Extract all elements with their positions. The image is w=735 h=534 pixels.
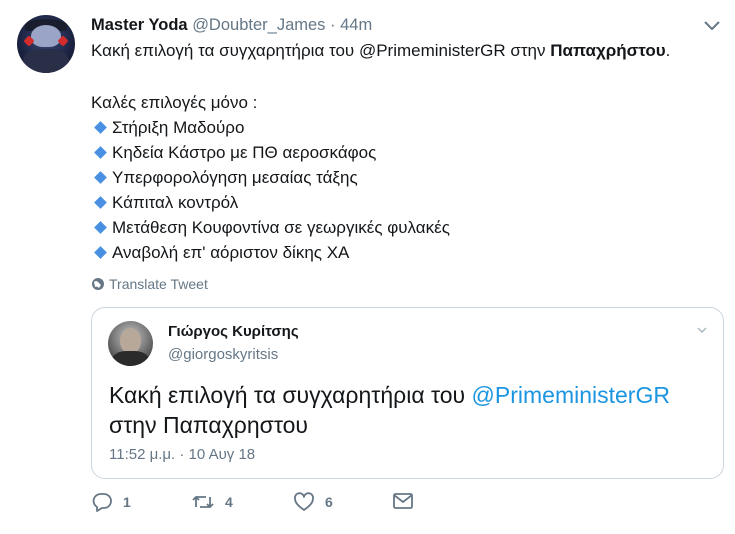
list-item: Υπερφορολόγηση μεσαίας τάξης bbox=[91, 168, 358, 188]
blue-diamond-icon bbox=[94, 246, 107, 259]
list-intro: Καλές επιλογές μόνο : bbox=[91, 93, 258, 112]
list-item: Κάπιταλ κοντρόλ bbox=[91, 193, 238, 213]
quoted-author-name[interactable]: Γιώργος Κυρίτσης bbox=[168, 323, 299, 340]
direct-message-button[interactable] bbox=[392, 492, 414, 510]
author-name[interactable]: Master Yoda bbox=[91, 16, 188, 34]
retweet-count: 4 bbox=[225, 494, 233, 510]
quoted-text-prefix: Κακή επιλογή τα συγχαρητήρια του bbox=[109, 382, 472, 408]
list-item-text: Κάπιταλ κοντρόλ bbox=[112, 193, 239, 212]
retweet-icon bbox=[192, 496, 214, 508]
list-item-text: Κηδεία Κάστρο με ΠΘ αεροσκάφος bbox=[112, 143, 377, 162]
blue-diamond-icon bbox=[94, 146, 107, 159]
list-item-text: Υπερφορολόγηση μεσαίας τάξης bbox=[112, 168, 358, 187]
heart-icon bbox=[294, 492, 314, 511]
blue-diamond-icon bbox=[94, 221, 107, 234]
reply-icon bbox=[92, 493, 112, 512]
blue-diamond-icon bbox=[94, 196, 107, 209]
tweet-actions: 1 4 6 bbox=[91, 492, 431, 516]
header-separator: · bbox=[330, 16, 336, 34]
tweet-text-prefix: Κακή επιλογή τα συγχαρητήρια του bbox=[91, 41, 359, 60]
list-item: Αναβολή επ' αόριστον δίκης ΧΑ bbox=[91, 243, 349, 263]
tweet-text-suffix: . bbox=[665, 41, 671, 60]
quoted-tweet-text: Κακή επιλογή τα συγχαρητήρια του @Primem… bbox=[109, 380, 670, 440]
list-item: Μετάθεση Κουφοντίνα σε γεωργικές φυλακές bbox=[91, 218, 450, 238]
quoted-mention-link[interactable]: @PrimeministerGR bbox=[472, 382, 670, 408]
chevron-down-icon[interactable] bbox=[703, 19, 721, 33]
translate-label: Translate Tweet bbox=[109, 276, 208, 292]
chevron-down-icon[interactable] bbox=[696, 325, 708, 335]
quoted-tweet-card[interactable]: Γιώργος Κυρίτσης @giorgoskyritsis Κακή ε… bbox=[91, 307, 724, 479]
quoted-avatar-body bbox=[112, 351, 149, 366]
tweet-text-line1: Κακή επιλογή τα συγχαρητήρια του @Primem… bbox=[91, 41, 670, 61]
quoted-text-line2: στην Παπαχρηστου bbox=[109, 412, 308, 438]
envelope-icon bbox=[393, 493, 413, 509]
tweet-text-middle: στην bbox=[505, 41, 551, 60]
avatar-face bbox=[31, 25, 61, 47]
list-item: Κηδεία Κάστρο με ΠΘ αεροσκάφος bbox=[91, 143, 376, 163]
avatar-coat bbox=[23, 49, 69, 73]
author-handle[interactable]: @Doubter_James bbox=[192, 16, 325, 34]
list-item: Στήριξη Μαδούρο bbox=[91, 118, 244, 138]
like-button[interactable]: 6 bbox=[293, 492, 333, 512]
reply-button[interactable]: 1 bbox=[91, 492, 131, 512]
author-avatar[interactable] bbox=[17, 15, 75, 73]
tweet-header: Master Yoda @Doubter_James · 44m bbox=[91, 16, 372, 35]
globe-icon bbox=[92, 278, 104, 290]
mention-link[interactable]: @PrimeministerGR bbox=[359, 41, 506, 60]
blue-diamond-icon bbox=[94, 171, 107, 184]
like-count: 6 bbox=[325, 494, 333, 510]
list-item-text: Αναβολή επ' αόριστον δίκης ΧΑ bbox=[112, 243, 350, 262]
quoted-author-avatar[interactable] bbox=[108, 321, 153, 366]
quoted-tweet-date[interactable]: 11:52 μ.μ. · 10 Αυγ 18 bbox=[109, 446, 255, 463]
quoted-author-handle[interactable]: @giorgoskyritsis bbox=[168, 346, 278, 363]
translate-tweet-link[interactable]: Translate Tweet bbox=[91, 276, 208, 292]
retweet-button[interactable]: 4 bbox=[191, 492, 233, 512]
list-item-text: Μετάθεση Κουφοντίνα σε γεωργικές φυλακές bbox=[112, 218, 450, 237]
blue-diamond-icon bbox=[94, 121, 107, 134]
tweet-timestamp[interactable]: 44m bbox=[340, 16, 372, 34]
list-item-text: Στήριξη Μαδούρο bbox=[112, 118, 245, 137]
reply-count: 1 bbox=[123, 494, 131, 510]
tweet-bold-name: Παπαχρήστου bbox=[550, 41, 666, 60]
